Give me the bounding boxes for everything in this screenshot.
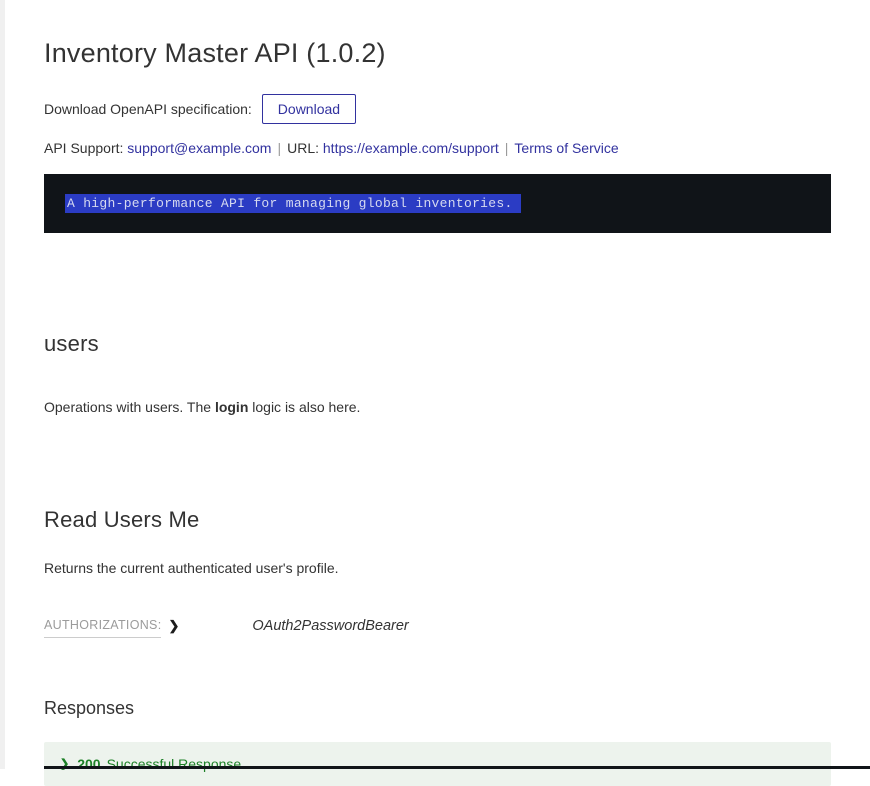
- tag-description: Operations with users. The login logic i…: [44, 398, 831, 417]
- url-label: URL:: [287, 140, 323, 156]
- support-url-link[interactable]: https://example.com/support: [323, 140, 499, 156]
- selected-description-text: A high-performance API for managing glob…: [65, 194, 521, 213]
- separator: |: [505, 140, 509, 156]
- api-support-label: API Support:: [44, 140, 127, 156]
- api-support-row: API Support: support@example.com | URL: ht…: [44, 140, 831, 156]
- api-description-code-block: A high-performance API for managing glob…: [44, 174, 831, 233]
- tag-description-prefix: Operations with users. The: [44, 399, 215, 415]
- authorizations-label[interactable]: AUTHORIZATIONS:: [44, 618, 161, 638]
- auth-scheme-link[interactable]: OAuth2PasswordBearer: [252, 618, 408, 634]
- tag-heading-users: users: [44, 331, 831, 357]
- response-status-label: Successful Response: [107, 756, 242, 772]
- download-spec-label: Download OpenAPI specification:: [44, 101, 252, 117]
- tag-description-suffix: logic is also here.: [248, 399, 360, 415]
- sidebar-edge: [0, 0, 5, 769]
- authorizations-row: AUTHORIZATIONS: ❯ OAuth2PasswordBearer: [44, 618, 831, 638]
- operation-description: Returns the current authenticated user's…: [44, 560, 831, 576]
- separator: |: [277, 140, 281, 156]
- download-button[interactable]: Download: [262, 94, 356, 124]
- tag-description-bold: login: [215, 399, 248, 415]
- response-status-code: 200: [77, 756, 100, 772]
- chevron-right-icon[interactable]: ❯: [168, 618, 179, 634]
- response-row-200[interactable]: ❯ 200 Successful Response: [44, 742, 831, 786]
- responses-heading: Responses: [44, 698, 831, 719]
- terms-of-service-link[interactable]: Terms of Service: [514, 140, 618, 156]
- download-spec-row: Download OpenAPI specification: Download: [44, 94, 831, 124]
- api-doc-content: Inventory Master API (1.0.2) Download Op…: [44, 0, 831, 786]
- support-email-link[interactable]: support@example.com: [127, 140, 271, 156]
- operation-heading: Read Users Me: [44, 507, 831, 533]
- page-title: Inventory Master API (1.0.2): [44, 38, 831, 69]
